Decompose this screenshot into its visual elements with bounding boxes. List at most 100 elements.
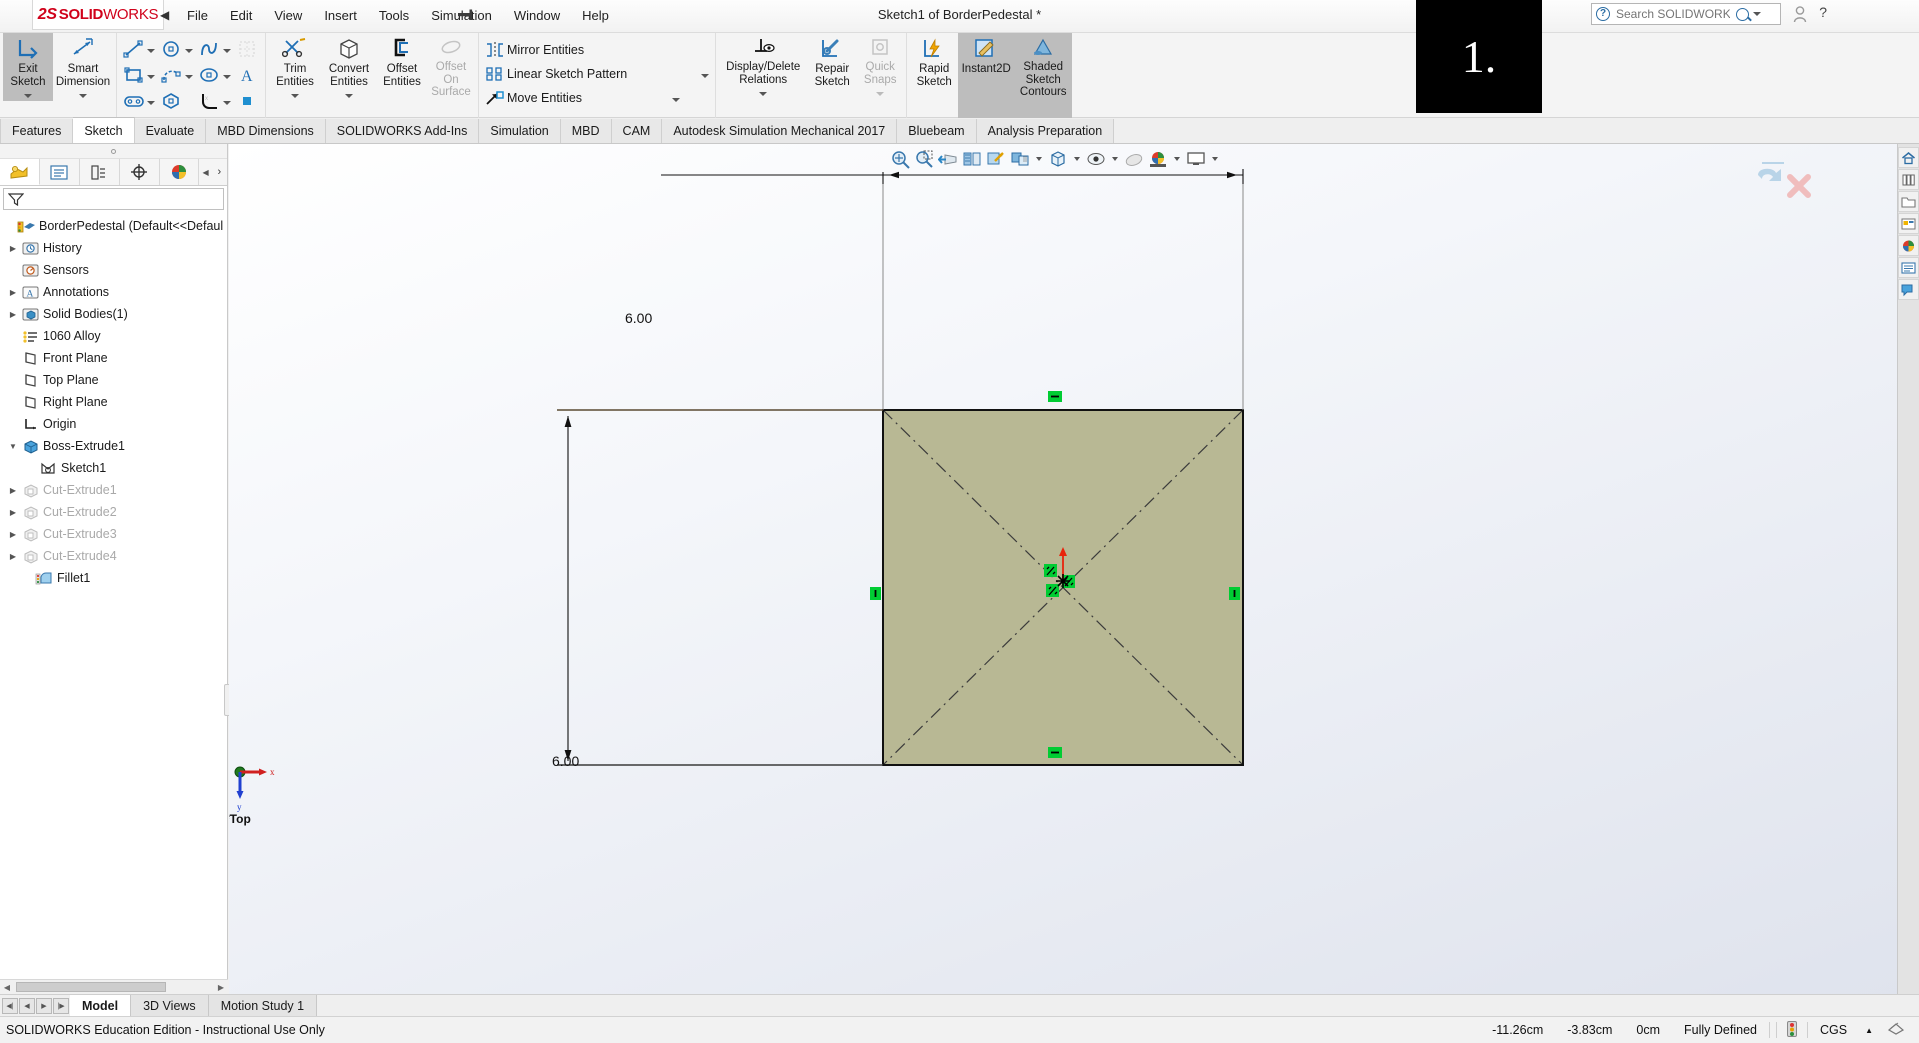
rectangle-tool[interactable] (120, 63, 158, 87)
polygon-tool[interactable] (158, 89, 196, 113)
chevron-down-icon[interactable] (147, 100, 155, 105)
exit-sketch-dropdown[interactable] (3, 88, 53, 101)
ellipse-tool[interactable] (196, 63, 234, 87)
point-tool[interactable] (234, 89, 262, 113)
chevron-down-icon[interactable] (672, 97, 681, 102)
relation-marker-midpoint-1[interactable] (1044, 564, 1057, 577)
chevron-down-icon[interactable] (223, 100, 231, 105)
smart-dimension-dropdown[interactable] (53, 88, 113, 101)
feature-tree-tab[interactable] (0, 159, 40, 185)
tree-node-sketch1[interactable]: Sketch1 (2, 457, 227, 479)
tree-expander[interactable]: ▶ (6, 552, 20, 561)
tree-expander[interactable]: ▼ (6, 442, 20, 451)
instant2d-button[interactable]: Instant2D (958, 33, 1015, 118)
tab-autodesk-simulation-mechanical[interactable]: Autodesk Simulation Mechanical 2017 (662, 119, 898, 143)
tab-analysis-preparation[interactable]: Analysis Preparation (976, 119, 1115, 143)
tree-node-cut-extrude2[interactable]: ▶ Cut-Extrude2 (2, 501, 227, 523)
tree-node-material[interactable]: 1060 Alloy (2, 325, 227, 347)
status-rebuild-indicator-icon[interactable] (1777, 1020, 1807, 1040)
tab-cam[interactable]: CAM (611, 119, 663, 143)
tree-node-front-plane[interactable]: Front Plane (2, 347, 227, 369)
dimension-vertical-label[interactable]: 6.00 (552, 753, 579, 769)
chevron-down-icon[interactable] (185, 48, 193, 53)
tree-node-solid-bodies[interactable]: ▶ Solid Bodies(1) (2, 303, 227, 325)
view-palette-icon[interactable] (1898, 213, 1919, 234)
relation-marker-vertical-right[interactable] (1229, 587, 1240, 600)
relation-marker-horizontal-bottom[interactable] (1048, 747, 1062, 758)
offset-on-surface-button[interactable]: Offset On Surface (427, 33, 475, 99)
tree-node-history[interactable]: ▶ History (2, 237, 227, 259)
scroll-left-arrow-icon[interactable]: ◀ (0, 983, 14, 992)
move-entities-button[interactable]: Move Entities (482, 87, 712, 109)
bottom-tab-3d-views[interactable]: 3D Views (131, 995, 209, 1016)
offset-entities-button[interactable]: Offset Entities (377, 33, 427, 88)
tab-solidworks-add-ins[interactable]: SOLIDWORKS Add-Ins (325, 119, 480, 143)
arc-tool[interactable] (158, 63, 196, 87)
solidworks-forum-icon[interactable] (1898, 279, 1919, 300)
tab-nav-next-icon[interactable]: ▶ (36, 997, 52, 1014)
sketch-geometry[interactable] (229, 144, 1919, 994)
linear-sketch-pattern-button[interactable]: Linear Sketch Pattern (482, 63, 712, 85)
configuration-manager-tab[interactable] (80, 159, 120, 185)
tab-nav-first-icon[interactable]: ◀| (2, 997, 18, 1014)
tree-node-sensors[interactable]: Sensors (2, 259, 227, 281)
tab-mbd-dimensions[interactable]: MBD Dimensions (206, 119, 326, 143)
line-tool[interactable] (120, 37, 158, 61)
tree-node-cut-extrude1[interactable]: ▶ Cut-Extrude1 (2, 479, 227, 501)
help-icon[interactable]: ? (1819, 4, 1827, 20)
chevron-down-icon[interactable] (147, 48, 155, 53)
tab-nav-prev-icon[interactable]: ◀ (19, 997, 35, 1014)
shaded-sketch-contours-button[interactable]: Shaded Sketch Contours (1014, 33, 1073, 118)
tab-sketch[interactable]: Sketch (73, 117, 135, 143)
sketch-fillet-tool[interactable]: x (196, 89, 234, 113)
tree-expander[interactable]: ▶ (6, 288, 20, 297)
panel-grip[interactable] (0, 144, 227, 159)
tab-simulation[interactable]: Simulation (479, 119, 561, 143)
status-overlay-icon[interactable] (1879, 1021, 1913, 1039)
tree-node-right-plane[interactable]: Right Plane (2, 391, 227, 413)
grid-snap-tool[interactable] (234, 37, 262, 61)
sketch-text-tool[interactable]: A (234, 63, 262, 87)
panel-scroll-left[interactable]: ◀ (199, 159, 211, 185)
chevron-down-icon[interactable] (223, 48, 231, 53)
bottom-tab-model[interactable]: Model (70, 995, 132, 1016)
trim-entities-button[interactable]: Trim Entities (269, 33, 321, 88)
tab-evaluate[interactable]: Evaluate (134, 119, 207, 143)
user-account-icon[interactable] (1793, 6, 1807, 23)
relation-marker-midpoint-3[interactable] (1046, 584, 1059, 597)
dimension-horizontal-label[interactable]: 6.00 (625, 310, 652, 326)
trim-entities-dropdown[interactable] (269, 88, 321, 101)
tree-expander[interactable]: ▶ (6, 486, 20, 495)
bottom-tab-motion-study[interactable]: Motion Study 1 (208, 995, 318, 1016)
tree-node-borderpedestal[interactable]: BorderPedestal (Default<<Defaul (2, 215, 227, 237)
chevron-down-icon[interactable] (147, 74, 155, 79)
solidworks-resources-icon[interactable] (1898, 147, 1919, 168)
tree-node-annotations[interactable]: ▶ A Annotations (2, 281, 227, 303)
chevron-down-icon[interactable] (223, 74, 231, 79)
repair-sketch-button[interactable]: Repair Sketch (807, 33, 857, 88)
tab-bluebeam[interactable]: Bluebeam (897, 119, 977, 143)
tree-expander[interactable]: ▶ (6, 310, 20, 319)
tab-mbd[interactable]: MBD (560, 119, 612, 143)
search-help-box[interactable]: ? (1591, 3, 1781, 25)
quick-snaps-dropdown[interactable] (857, 86, 903, 99)
status-units-caret-icon[interactable]: ▲ (1859, 1026, 1879, 1035)
display-manager-tab[interactable] (160, 159, 200, 185)
panel-scroll-right[interactable]: › (212, 159, 227, 185)
property-manager-tab[interactable] (40, 159, 80, 185)
slot-tool[interactable] (120, 89, 158, 113)
feature-tree-horizontal-scrollbar[interactable]: ◀ ▶ (0, 979, 228, 994)
tree-node-cut-extrude4[interactable]: ▶ Cut-Extrude4 (2, 545, 227, 567)
relation-marker-horizontal-top[interactable] (1048, 391, 1062, 402)
search-icon[interactable] (1736, 7, 1749, 21)
custom-properties-icon[interactable] (1898, 257, 1919, 278)
circle-tool[interactable] (158, 37, 196, 61)
tab-features[interactable]: Features (0, 119, 74, 143)
exit-sketch-button[interactable]: Exit Sketch (3, 33, 53, 88)
feature-filter-input[interactable] (3, 188, 224, 210)
scrollbar-thumb[interactable] (16, 982, 166, 992)
smart-dimension-button[interactable]: Smart Dimension (53, 33, 113, 88)
display-delete-relations-dropdown[interactable] (719, 86, 807, 99)
tree-expander[interactable]: ▶ (6, 244, 20, 253)
relation-marker-vertical-left[interactable] (870, 587, 881, 600)
